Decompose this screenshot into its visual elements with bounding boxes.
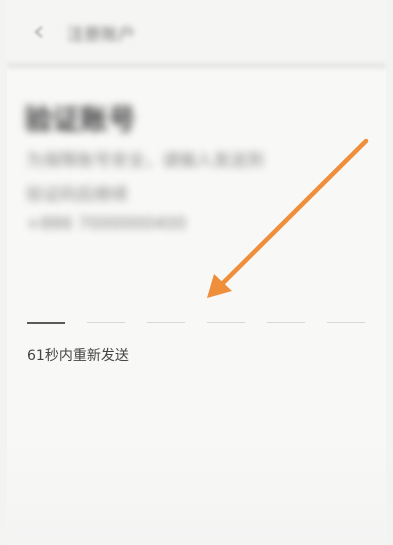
code-input-digit-2[interactable]	[87, 322, 125, 323]
right-edge	[386, 0, 393, 545]
description-line-2: 验证码后继续	[26, 185, 128, 205]
verification-screen: 注册账户 验证账号 为保障账号安全，请输入发送到 验证码后继续 +886 700…	[0, 0, 393, 545]
code-input-digit-3[interactable]	[147, 322, 185, 323]
app-bar-divider	[7, 62, 386, 69]
app-bar: 注册账户	[7, 0, 386, 62]
resend-countdown: 61秒内重新发送	[27, 348, 129, 364]
annotation-arrow-head	[207, 274, 232, 298]
page-title: 验证账号	[24, 103, 137, 136]
code-input-digit-6[interactable]	[327, 322, 365, 323]
code-input-digit-1[interactable]	[27, 322, 65, 324]
code-input-digit-5[interactable]	[267, 322, 305, 323]
phone-number: +886 7000000400	[26, 214, 187, 234]
bottom-fade	[7, 430, 386, 545]
app-bar-title: 注册账户	[67, 25, 135, 45]
code-input-digit-4[interactable]	[207, 322, 245, 323]
left-edge	[0, 0, 7, 545]
back-arrow-icon[interactable]	[29, 22, 49, 42]
description-line-1: 为保障账号安全，请输入发送到	[26, 151, 264, 171]
